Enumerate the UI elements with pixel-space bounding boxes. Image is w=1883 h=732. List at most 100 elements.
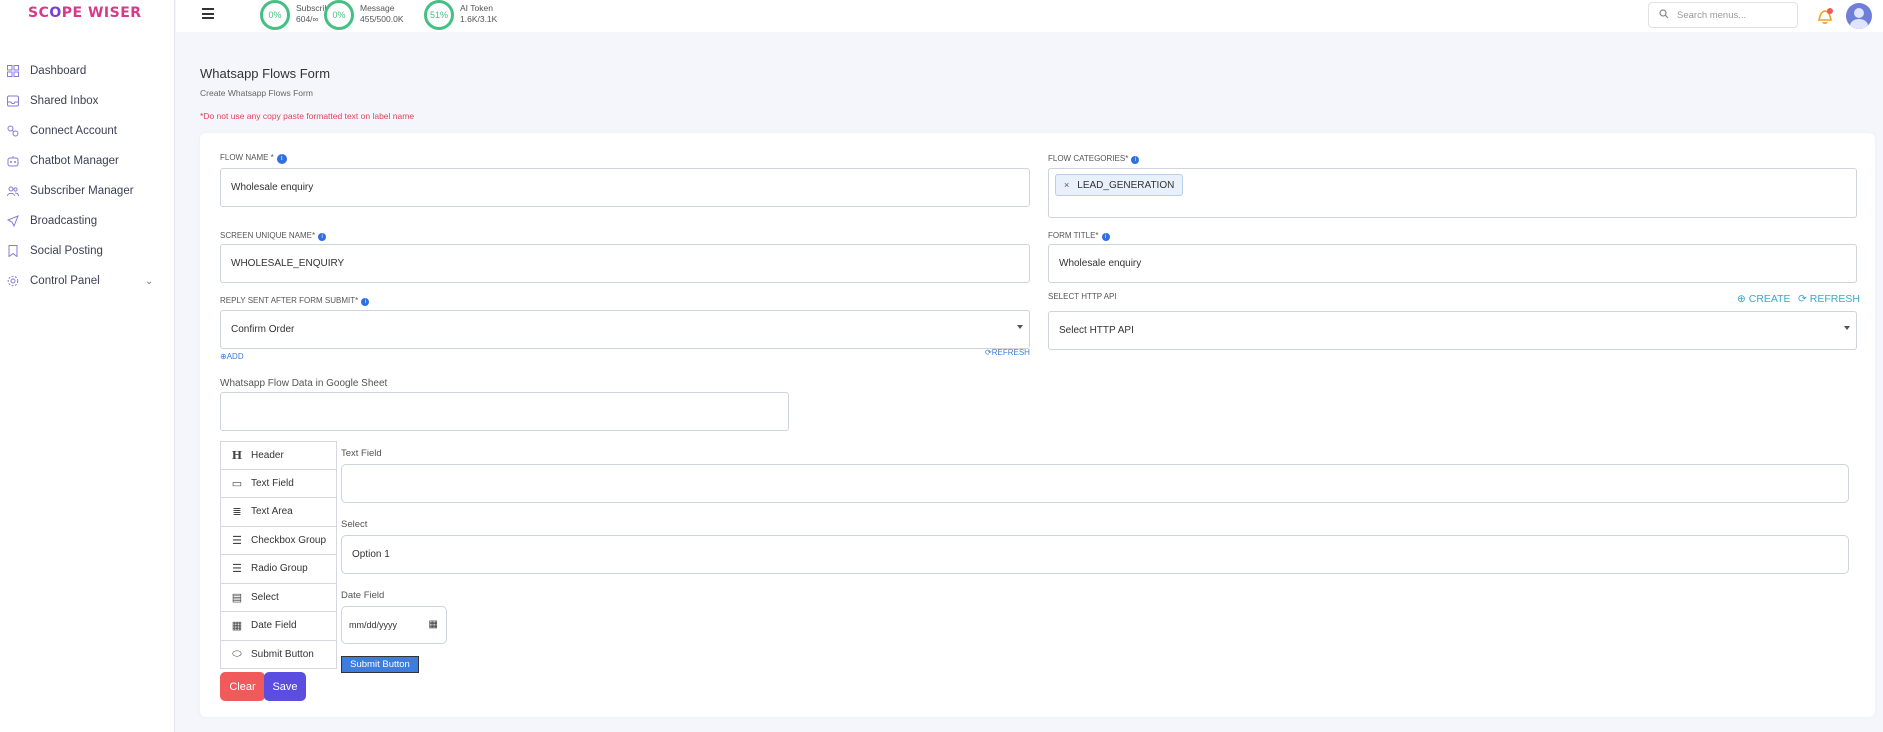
palette-item-label: Text Field [251, 477, 294, 489]
sidebar-item-label: Subscriber Manager [30, 185, 134, 197]
create-api-link[interactable]: ⊕ CREATE [1737, 293, 1791, 305]
link-icon [6, 124, 20, 138]
sidebar-item-connect-account[interactable]: Connect Account [0, 116, 175, 146]
info-icon[interactable]: i [318, 233, 327, 241]
palette-item-header[interactable]: H Header [220, 441, 337, 470]
calendar-icon: ▦ [231, 620, 243, 633]
text-area-icon: ≣ [232, 506, 242, 519]
google-sheet-label: Whatsapp Flow Data in Google Sheet [220, 378, 388, 389]
grid-icon [6, 64, 20, 78]
text-field-icon: ▭ [231, 477, 243, 490]
palette-item-label: Date Field [251, 620, 297, 632]
flow-name-label: FLOW NAME * i [220, 153, 287, 164]
flow-categories-label: FLOW CATEGORIES* i [1048, 154, 1140, 164]
sidebar-item-label: Social Posting [30, 245, 103, 257]
palette-item-text-area[interactable]: ≣ Text Area [220, 498, 337, 527]
calendar-icon[interactable]: ▦ [429, 619, 438, 630]
flow-name-input[interactable]: Wholesale enquiry [220, 168, 1030, 207]
sidebar-item-social-posting[interactable]: Social Posting [0, 236, 175, 266]
reply-label: REPLY SENT AFTER FORM SUBMIT* i [220, 296, 370, 306]
stat-value: 1.6K/3.1K [460, 14, 498, 24]
refresh-icon: ⟳ [985, 348, 992, 357]
dropdown-caret-icon [1844, 326, 1850, 330]
sidebar-item-label: Connect Account [30, 125, 117, 137]
topbar: 0% Subscriber 604/∞ 0% Message 455/500.0K … [176, 0, 1883, 32]
sidebar: SCOPE WISER Dashboard Shared Inbox Conne… [0, 0, 175, 732]
sidebar-item-label: Control Panel [30, 275, 100, 287]
sidebar-item-label: Chatbot Manager [30, 155, 119, 167]
menu-toggle-icon[interactable] [202, 8, 214, 19]
users-icon [6, 184, 20, 198]
preview-submit-button[interactable]: Submit Button [341, 656, 419, 673]
bookmark-icon [6, 244, 20, 258]
send-icon [6, 214, 20, 228]
sidebar-item-dashboard[interactable]: Dashboard [0, 56, 175, 86]
search-input[interactable]: Search menus... [1648, 2, 1798, 28]
info-icon[interactable]: i [1131, 156, 1140, 164]
form-title-input[interactable]: Wholesale enquiry [1048, 244, 1857, 283]
preview-date-label: Date Field [341, 590, 385, 601]
info-icon[interactable]: i [1101, 233, 1110, 241]
refresh-reply-link[interactable]: ⟳REFRESH [985, 348, 1030, 357]
header-icon: H [231, 448, 243, 462]
info-icon[interactable]: i [361, 298, 370, 306]
sidebar-item-subscriber-manager[interactable]: Subscriber Manager [0, 176, 175, 206]
category-tag: × LEAD_GENERATION [1055, 174, 1184, 196]
page-title: Whatsapp Flows Form [200, 66, 331, 81]
http-api-select[interactable]: Select HTTP API [1048, 311, 1857, 350]
screen-name-label: SCREEN UNIQUE NAME* i [220, 231, 327, 241]
select-icon: ▤ [231, 591, 243, 604]
palette-item-text-field[interactable]: ▭ Text Field [220, 469, 337, 498]
checkbox-list-icon: ☰ [232, 534, 242, 547]
add-reply-link[interactable]: ⊕ADD [220, 352, 244, 361]
brand-logo[interactable]: SCOPE WISER [28, 5, 142, 21]
preview-text-field[interactable] [341, 464, 1849, 503]
sidebar-item-control-panel[interactable]: Control Panel ⌄ [0, 266, 175, 296]
plus-circle-icon: ⊕ [1737, 293, 1746, 305]
flow-categories-select[interactable]: × LEAD_GENERATION [1048, 168, 1857, 218]
preview-select[interactable]: Option 1 [341, 535, 1849, 574]
sidebar-nav: Dashboard Shared Inbox Connect Account C… [0, 56, 175, 296]
preview-text-field-label: Text Field [341, 448, 382, 459]
sidebar-item-label: Shared Inbox [30, 95, 99, 107]
info-icon[interactable]: i [276, 154, 287, 164]
screen-name-input[interactable]: WHOLESALE_ENQUIRY [220, 244, 1030, 283]
save-button[interactable]: Save [264, 672, 306, 701]
palette-item-radio-group[interactable]: ☰ Radio Group [220, 555, 337, 584]
palette-item-label: Select [251, 591, 279, 603]
http-api-label: SELECT HTTP API [1048, 292, 1117, 301]
stat-message: 0% Message 455/500.0K [324, 0, 403, 30]
google-sheet-input[interactable] [220, 392, 789, 431]
palette-item-label: Text Area [251, 506, 293, 518]
gear-icon [6, 274, 20, 288]
subscriber-progress-ring: 0% [260, 0, 290, 30]
notification-bell-icon[interactable] [1814, 5, 1836, 27]
stat-label: AI Token [460, 3, 493, 13]
form-title-label: FORM TITLE* i [1048, 231, 1110, 241]
palette-item-select[interactable]: ▤ Select [220, 583, 337, 612]
search-placeholder: Search menus... [1677, 9, 1747, 21]
sidebar-item-broadcasting[interactable]: Broadcasting [0, 206, 175, 236]
stat-value: 455/500.0K [360, 14, 404, 24]
palette-item-checkbox-group[interactable]: ☰ Checkbox Group [220, 526, 337, 555]
clear-button[interactable]: Clear [220, 672, 265, 701]
preview-date-input[interactable]: mm/dd/yyyy ▦ [341, 606, 447, 644]
message-progress-ring: 0% [324, 0, 354, 30]
chevron-down-icon: ⌄ [145, 275, 154, 287]
sidebar-item-chatbot-manager[interactable]: Chatbot Manager [0, 146, 175, 176]
dropdown-caret-icon [1017, 325, 1023, 329]
preview-select-label: Select [341, 519, 368, 530]
inbox-icon [6, 94, 20, 108]
palette-item-submit-button[interactable]: ⬭ Submit Button [220, 640, 337, 669]
page-subtitle: Create Whatsapp Flows Form [200, 88, 313, 98]
remove-tag-icon[interactable]: × [1064, 180, 1069, 190]
page-warning: *Do not use any copy paste formatted tex… [200, 111, 415, 121]
sidebar-item-shared-inbox[interactable]: Shared Inbox [0, 86, 175, 116]
palette-item-date-field[interactable]: ▦ Date Field [220, 612, 337, 641]
reply-select[interactable]: Confirm Order [220, 310, 1030, 349]
user-avatar[interactable] [1846, 3, 1872, 29]
button-icon: ⬭ [232, 647, 242, 660]
ai-token-progress-ring: 51% [424, 0, 454, 30]
refresh-api-link[interactable]: ⟳ REFRESH [1798, 293, 1860, 305]
field-palette: H Header ▭ Text Field ≣ Text Area ☰ Checkbox… [220, 441, 337, 669]
